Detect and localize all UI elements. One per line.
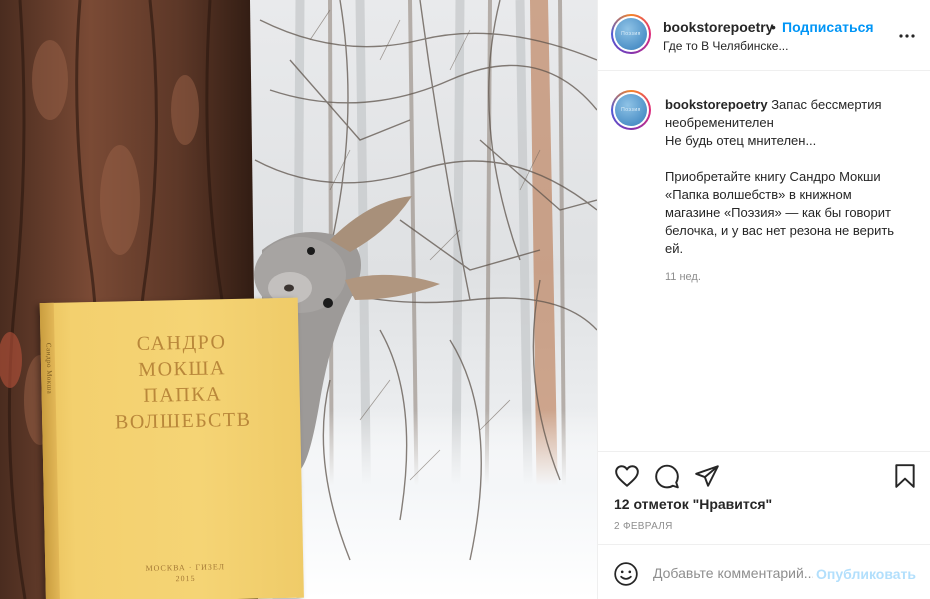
post-photo[interactable]: Сандро Мокша САНДРО МОКША ПАПКА ВОЛШЕБСТ…: [0, 0, 597, 599]
book-spine-text: Сандро Мокша: [44, 342, 54, 395]
more-icon[interactable]: [898, 26, 916, 44]
emoji-icon[interactable]: [613, 561, 639, 587]
caption-line: bookstorepoetry Запас бессмертия необрем…: [665, 96, 910, 132]
caption-line2: Не будь отец мнителен...: [665, 133, 817, 148]
username-link[interactable]: bookstorepoetry: [663, 19, 773, 35]
share-icon[interactable]: [694, 463, 720, 489]
book-title-line: ВОЛШЕБСТВ: [114, 408, 252, 434]
publish-button[interactable]: Опубликовать: [816, 566, 916, 582]
caption-text: bookstorepoetry Запас бессмертия необрем…: [665, 96, 910, 258]
caption-time: 11 нед.: [665, 271, 701, 283]
book-title-line: МОКША: [138, 357, 227, 382]
comment-bar: Опубликовать: [598, 544, 930, 599]
book-year: 2015: [175, 573, 196, 584]
post-header: Поэзия bookstorepoetry • Подписаться Где…: [598, 0, 930, 71]
avatar-ring: Поэзия: [613, 92, 649, 128]
book-title-line: САНДРО: [136, 331, 227, 356]
avatar-ring: Поэзия: [613, 16, 649, 52]
avatar[interactable]: Поэзия: [611, 14, 651, 54]
location-link[interactable]: Где то В Челябинске...: [663, 39, 788, 53]
instagram-post: Сандро Мокша САНДРО МОКША ПАПКА ВОЛШЕБСТ…: [0, 0, 930, 599]
book-title-line: ПАПКА: [143, 383, 223, 407]
bookmark-icon[interactable]: [892, 463, 918, 489]
comment-input[interactable]: [653, 565, 813, 581]
caption-paragraph: Приобретайте книгу Сандро Мокши «Папка в…: [665, 169, 895, 256]
book-cover: Сандро Мокша САНДРО МОКША ПАПКА ВОЛШЕБСТ…: [39, 297, 304, 599]
action-bar: [598, 451, 930, 497]
post-sidebar: Поэзия bookstorepoetry • Подписаться Где…: [597, 0, 930, 599]
separator-dot: •: [771, 19, 776, 35]
heart-icon[interactable]: [614, 463, 640, 489]
likes-count[interactable]: 12 отметок "Нравится": [614, 496, 772, 512]
follow-button[interactable]: Подписаться: [782, 19, 874, 35]
avatar-image: Поэзия: [615, 18, 647, 50]
book-title: САНДРО МОКША ПАПКА ВОЛШЕБСТВ: [106, 329, 258, 436]
caption-avatar[interactable]: Поэзия: [611, 90, 651, 130]
post-date: 2 ФЕВРАЛЯ: [614, 521, 673, 532]
caption-gap: [665, 150, 910, 168]
book-publisher: МОСКВА · ГИЗЕЛ 2015: [105, 560, 265, 585]
avatar-image: Поэзия: [615, 94, 647, 126]
comment-icon[interactable]: [654, 463, 680, 489]
caption-username[interactable]: bookstorepoetry: [665, 97, 768, 112]
